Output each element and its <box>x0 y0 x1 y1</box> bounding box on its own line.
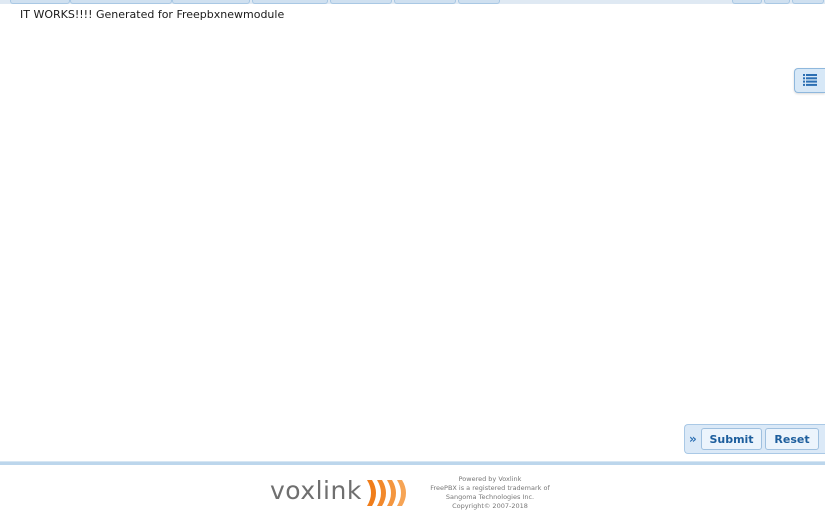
voxlink-logo[interactable]: voxlink <box>270 476 415 510</box>
list-icon <box>803 74 817 86</box>
top-nav-tab[interactable] <box>70 0 172 4</box>
trademark-text: FreePBX is a registered trademark of <box>430 484 550 492</box>
top-nav-tab[interactable] <box>394 0 456 4</box>
footer-legal-text: Powered by Voxlink FreePBX is a register… <box>420 475 560 511</box>
side-nav-toggle-button[interactable] <box>794 68 825 93</box>
top-nav-tab[interactable] <box>764 0 790 4</box>
top-nav-tab[interactable] <box>10 0 70 4</box>
top-nav-tab[interactable] <box>458 0 500 4</box>
voxlink-waves-icon <box>366 480 406 506</box>
floating-action-bar: » Submit Reset <box>684 424 825 454</box>
powered-by-text: Powered by Voxlink <box>458 475 522 483</box>
logo-text: voxlink <box>270 476 362 505</box>
top-nav-tab[interactable] <box>330 0 392 4</box>
top-navigation-bar <box>0 0 825 4</box>
double-chevron-right-icon[interactable]: » <box>689 432 699 446</box>
module-message: IT WORKS!!!! Generated for Freepbxnewmod… <box>20 8 285 21</box>
top-nav-tab[interactable] <box>732 0 762 4</box>
top-nav-tab[interactable] <box>252 0 328 4</box>
top-nav-tab[interactable] <box>792 0 824 4</box>
reset-button[interactable]: Reset <box>765 428 819 450</box>
top-nav-tab[interactable] <box>172 0 250 4</box>
top-nav-tabs <box>0 0 825 4</box>
trademark-owner-text: Sangoma Technologies Inc. <box>445 493 535 501</box>
submit-button[interactable]: Submit <box>701 428 762 450</box>
footer: voxlink Powered by Voxlink FreePBX is a … <box>0 465 825 510</box>
